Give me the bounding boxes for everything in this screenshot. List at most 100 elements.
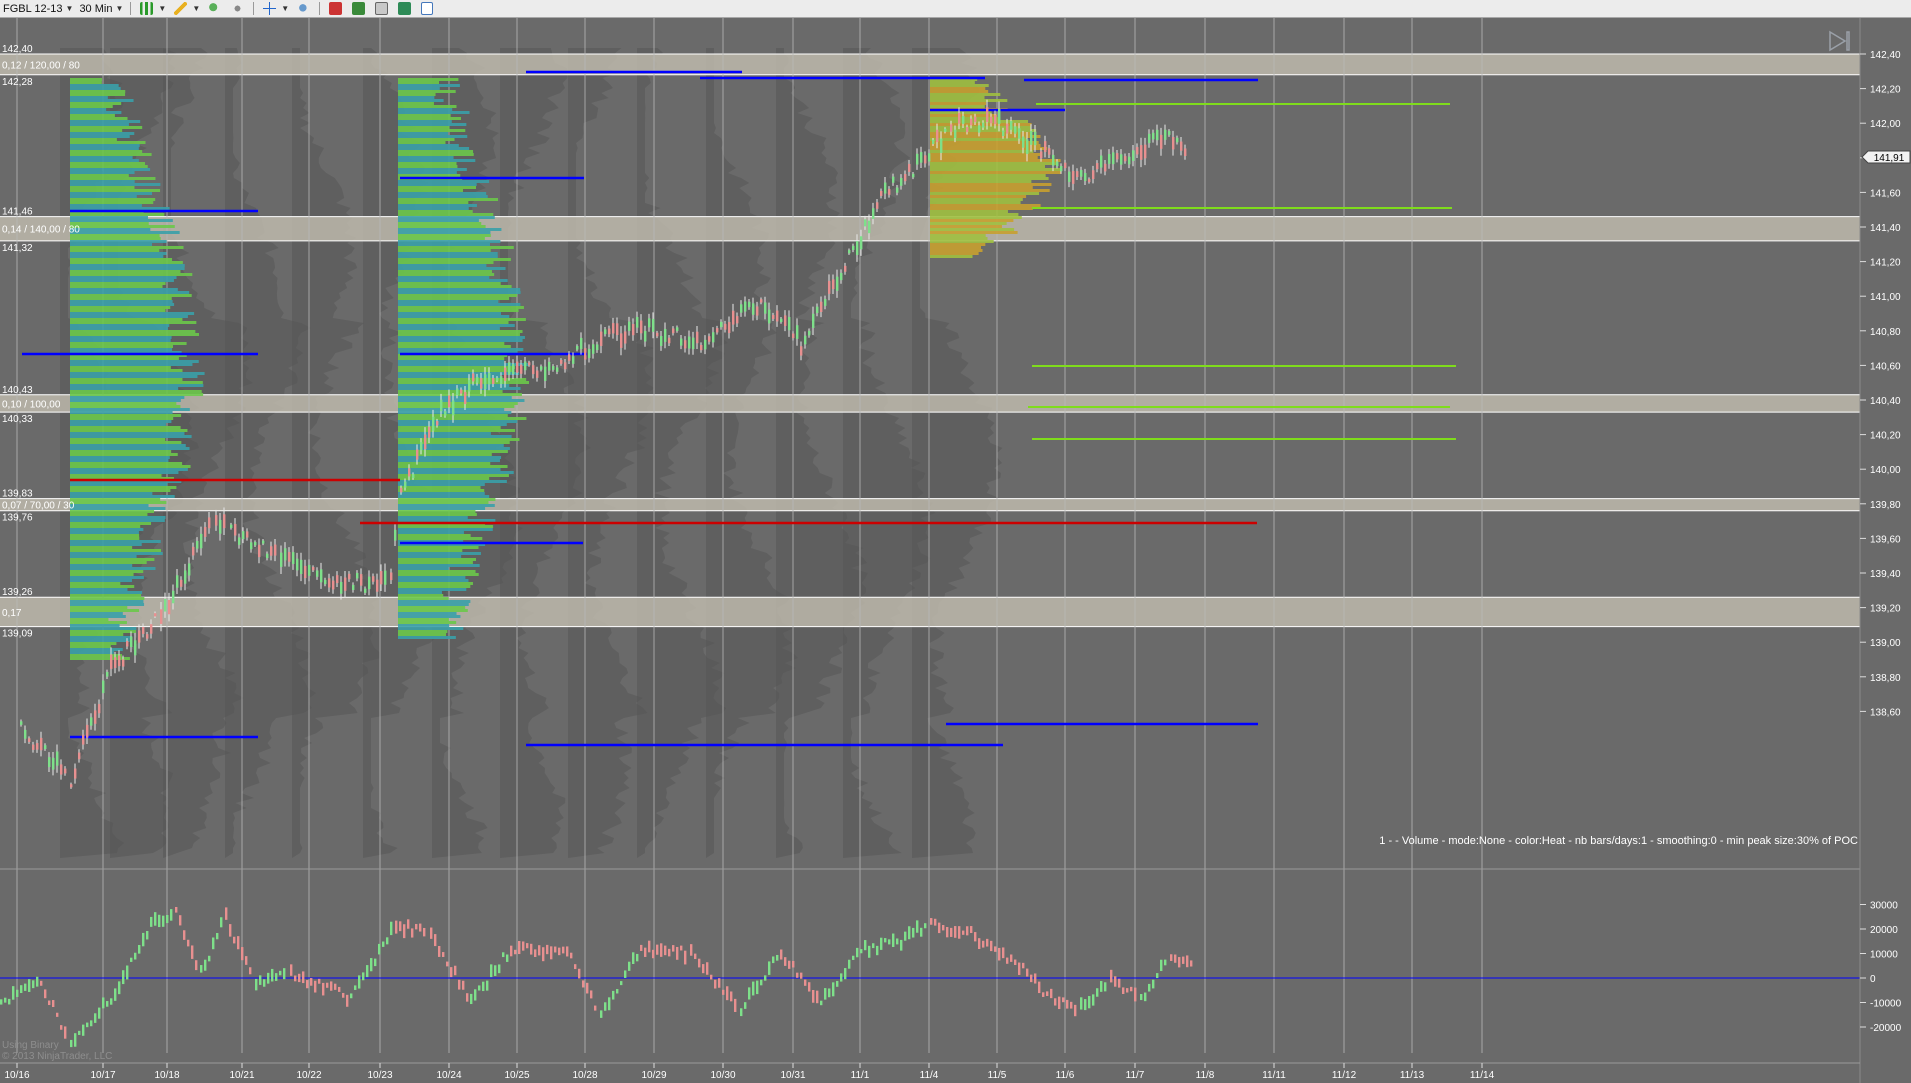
oscillator-bar xyxy=(998,947,1001,961)
price-tick-label: 140,60 xyxy=(1870,361,1901,372)
oscillator-bar xyxy=(90,1020,93,1027)
heat-profile-bar xyxy=(398,333,520,336)
candle-body xyxy=(456,388,459,396)
oscillator-bar xyxy=(334,983,337,990)
heat-profile-bar xyxy=(398,624,450,627)
heat-profile-bar xyxy=(398,402,518,405)
heat-profile-bar xyxy=(70,366,171,369)
toolbar-divider xyxy=(319,2,321,15)
heat-profile-bar xyxy=(398,285,512,288)
heat-profile-bar xyxy=(930,87,986,90)
interval-selector[interactable]: 30 Min ▼ xyxy=(76,1,126,16)
candle-body xyxy=(40,737,43,751)
oscillator-bar xyxy=(142,932,145,947)
crosshair-button[interactable]: ▼ xyxy=(258,1,292,16)
candle-body xyxy=(219,519,222,534)
heat-profile-bar xyxy=(930,177,1049,180)
magnifier-button[interactable] xyxy=(292,1,315,16)
zone-top-price: 139,26 xyxy=(2,587,33,598)
heat-profile-bar xyxy=(70,465,191,468)
oscillator-bar xyxy=(245,956,248,965)
oscillator-bar xyxy=(788,960,791,969)
heat-profile-bar xyxy=(398,90,456,93)
heat-profile-bar xyxy=(70,144,140,147)
candle-body xyxy=(200,533,203,549)
heat-profile-bar xyxy=(70,147,139,150)
heat-profile-bar xyxy=(70,633,124,636)
oscillator-bar xyxy=(812,990,815,1003)
zone-info-label: 0,10 / 100,00 xyxy=(2,399,61,410)
candle-body xyxy=(78,752,81,760)
data-box-button[interactable] xyxy=(393,1,416,16)
candle-body xyxy=(476,376,479,383)
heat-profile-bar xyxy=(398,459,500,462)
heat-profile-bar xyxy=(70,603,145,606)
heat-profile-bar xyxy=(930,174,1046,177)
chart-area[interactable]: 142,40 142,28 0,12 / 120,00 / 80 141,46 141,… xyxy=(0,18,1911,1083)
heat-profile-bar xyxy=(398,78,459,81)
bar-type-icon xyxy=(140,2,154,15)
heat-profile-bar xyxy=(398,189,463,192)
candle-body xyxy=(696,331,699,344)
strategy-button[interactable] xyxy=(370,1,393,16)
heat-profile-bar xyxy=(70,438,166,441)
candle-body xyxy=(1116,153,1119,160)
candle-body xyxy=(1100,155,1103,168)
heat-profile-bar xyxy=(398,231,491,234)
oscillator-bar xyxy=(134,952,137,960)
candle-body xyxy=(524,361,527,371)
price-tick-label: 139,60 xyxy=(1870,534,1901,545)
candle-body xyxy=(1084,172,1087,181)
heat-profile-bar xyxy=(398,144,459,147)
price-tick-label: 140,40 xyxy=(1870,396,1901,407)
zoom-button[interactable] xyxy=(203,1,226,16)
candle-body xyxy=(704,339,707,350)
oscillator-bar xyxy=(784,957,787,966)
heat-profile-bar xyxy=(398,117,461,120)
heat-profile-bar xyxy=(70,339,171,342)
indicators-button[interactable] xyxy=(347,1,370,16)
candle-body xyxy=(304,565,307,579)
candle-body xyxy=(840,272,843,281)
oscillator-bar xyxy=(860,949,863,954)
heat-profile-bar xyxy=(70,408,190,411)
pan-button[interactable] xyxy=(226,1,249,16)
candle-body xyxy=(1132,150,1135,161)
candle-body xyxy=(36,743,39,750)
date-tick-label: 11/8 xyxy=(1196,1070,1215,1081)
oscillator-bar xyxy=(748,987,751,1000)
date-tick-label: 10/24 xyxy=(436,1070,461,1081)
heat-profile-bar xyxy=(398,168,467,171)
oscillator-bar xyxy=(419,923,422,932)
heat-profile-bar xyxy=(70,423,166,426)
heat-profile-bar xyxy=(70,510,155,513)
heat-profile-bar xyxy=(398,321,509,324)
oscillator-bar xyxy=(900,939,903,951)
drawing-tools-button[interactable]: ▼ xyxy=(169,1,203,16)
oscillator-bar xyxy=(1104,982,1107,992)
heat-profile-bar xyxy=(398,432,491,435)
candle-body xyxy=(592,344,595,354)
heat-profile-bar xyxy=(398,618,449,621)
heat-profile-bar xyxy=(70,300,173,303)
oscillator-bar xyxy=(390,921,393,936)
heat-profile-bar xyxy=(70,327,168,330)
properties-button[interactable] xyxy=(324,1,347,16)
heat-profile-bar xyxy=(930,231,1018,234)
oscillator-bar xyxy=(734,998,737,1012)
candle-body xyxy=(1064,162,1067,169)
heat-profile-bar xyxy=(398,399,525,402)
template-button[interactable] xyxy=(416,1,438,16)
bar-type-button[interactable]: ▼ xyxy=(135,1,169,16)
heat-profile-bar xyxy=(70,231,180,234)
heat-profile-bar xyxy=(398,138,455,141)
instrument-selector[interactable]: FGBL 12-13 ▼ xyxy=(0,1,76,16)
oscillator-bar xyxy=(1160,959,1163,972)
oscillator-bar xyxy=(130,957,133,962)
oscillator-bar xyxy=(978,938,981,950)
chevron-down-icon: ▼ xyxy=(192,4,201,13)
heat-profile-bar xyxy=(398,600,471,603)
candle-body xyxy=(400,487,403,493)
heat-profile-bar xyxy=(398,318,526,321)
oscillator-bar xyxy=(1002,947,1005,959)
